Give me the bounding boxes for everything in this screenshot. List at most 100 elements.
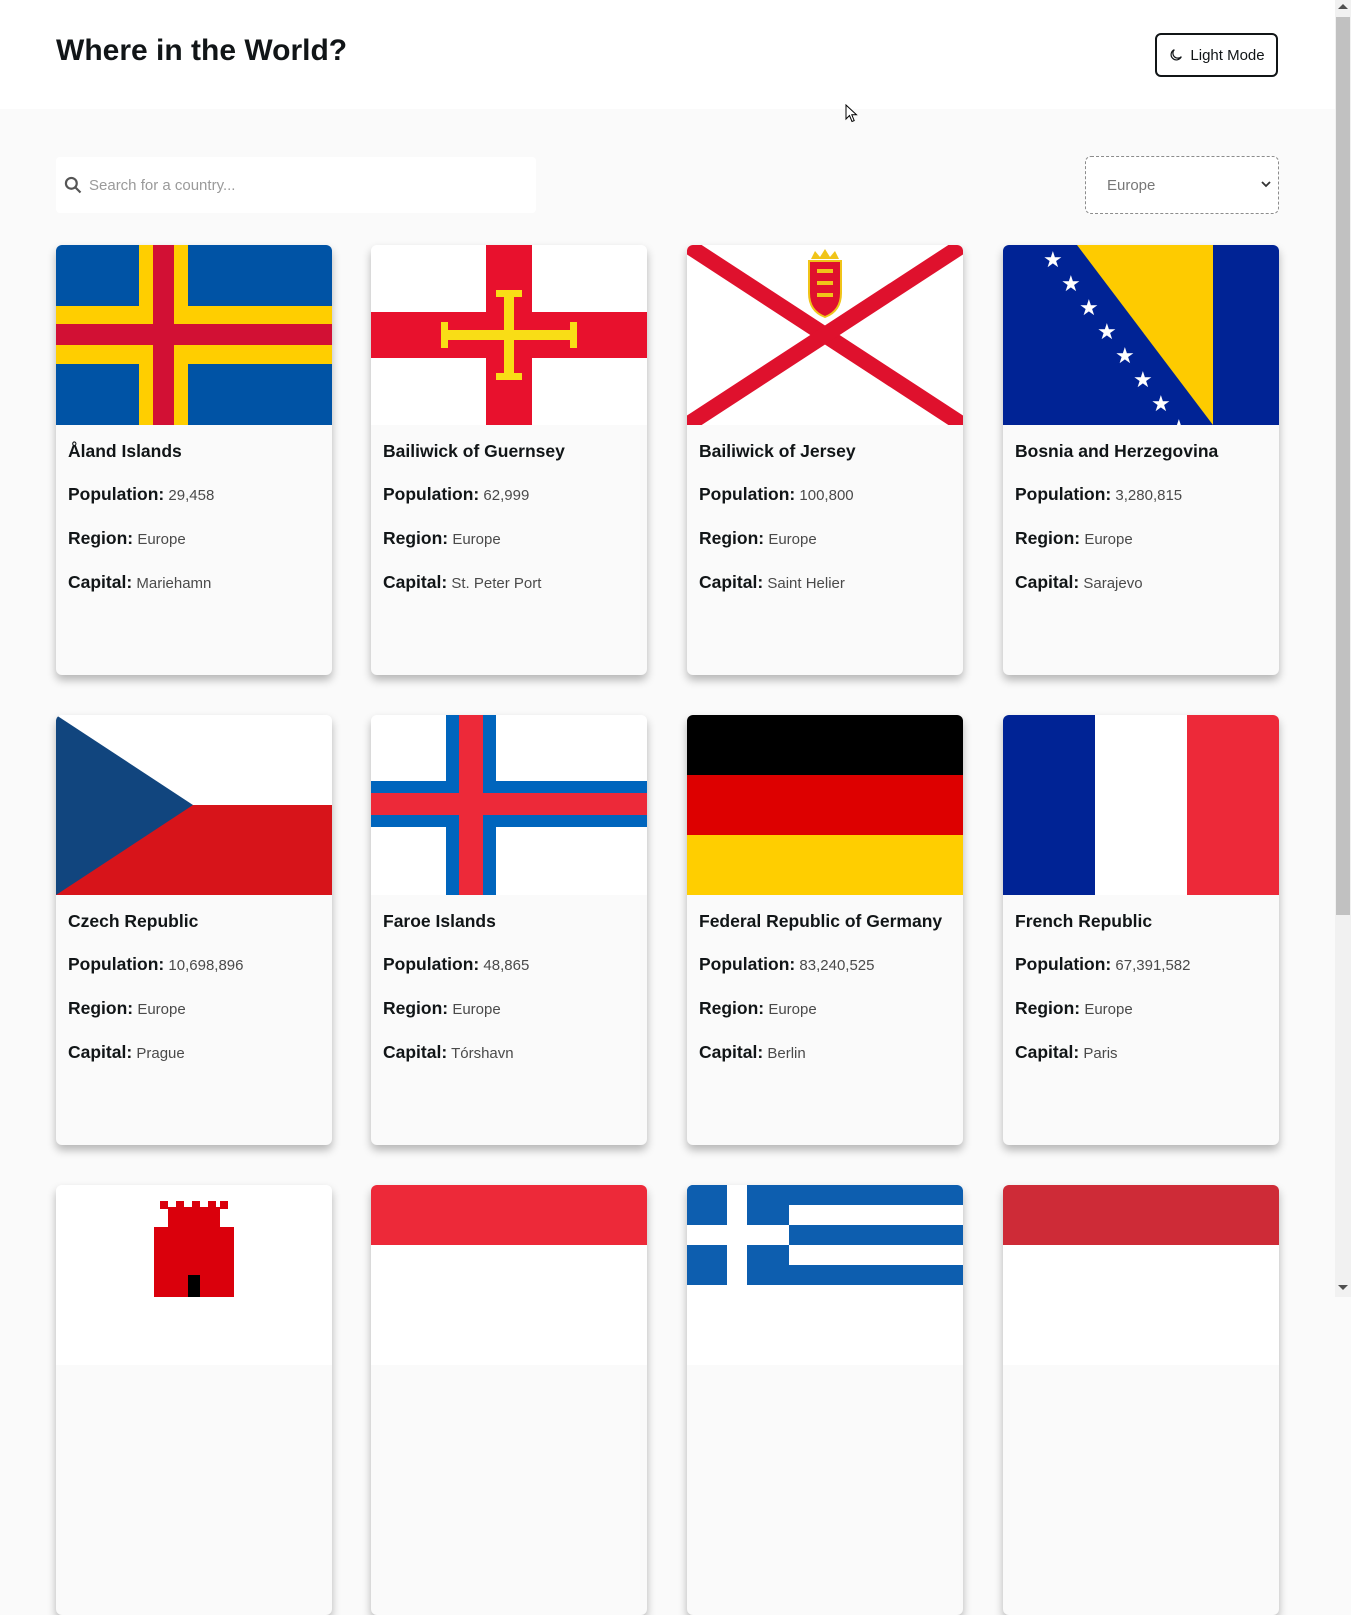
scroll-down-arrow-icon[interactable]	[1338, 1285, 1348, 1290]
region-value: Europe	[768, 1001, 817, 1018]
svg-text:★: ★	[1151, 392, 1171, 417]
country-card[interactable]: Bailiwick of Jersey Population: 100,800 …	[687, 245, 963, 675]
capital-label: Capital:	[1015, 572, 1080, 592]
svg-text:★: ★	[1133, 368, 1153, 393]
svg-text:★: ★	[1115, 344, 1135, 369]
moon-icon	[1170, 49, 1183, 61]
region-value: Europe	[1084, 531, 1133, 548]
capital-row: Capital: Berlin	[699, 1042, 806, 1063]
population-value: 100,800	[799, 487, 854, 504]
scroll-up-arrow-icon[interactable]	[1338, 4, 1348, 9]
region-value: Europe	[452, 531, 501, 548]
capital-value: Paris	[1083, 1045, 1118, 1062]
capital-label: Capital:	[68, 1042, 133, 1062]
search-box[interactable]	[56, 157, 536, 213]
theme-toggle-button[interactable]: Light Mode	[1155, 33, 1278, 77]
country-card[interactable]	[687, 1185, 963, 1615]
capital-row: Capital: Sarajevo	[1015, 572, 1143, 593]
capital-row: Capital: Mariehamn	[68, 572, 211, 593]
capital-value: St. Peter Port	[451, 575, 542, 592]
population-row: Population: 83,240,525	[699, 954, 874, 975]
population-row: Population: 10,698,896	[68, 954, 243, 975]
svg-text:★: ★	[1079, 296, 1099, 321]
capital-row: Capital: Paris	[1015, 1042, 1118, 1063]
flag-image	[687, 245, 963, 425]
page-title: Where in the World?	[56, 34, 348, 67]
capital-value: Prague	[136, 1045, 185, 1062]
svg-text:★: ★	[1043, 248, 1063, 273]
country-card[interactable]	[371, 1185, 647, 1615]
capital-value: Sarajevo	[1083, 575, 1143, 592]
region-row: Region: Europe	[1015, 998, 1133, 1019]
capital-label: Capital:	[699, 572, 764, 592]
population-label: Population:	[1015, 484, 1112, 504]
region-row: Region: Europe	[68, 528, 186, 549]
region-row: Region: Europe	[1015, 528, 1133, 549]
region-label: Region:	[68, 528, 134, 548]
population-label: Population:	[383, 954, 480, 974]
population-value: 3,280,815	[1115, 487, 1183, 504]
capital-value: Tórshavn	[451, 1045, 514, 1062]
mouse-cursor-icon	[845, 104, 858, 123]
population-value: 48,865	[483, 957, 530, 974]
flag-image	[371, 1185, 647, 1365]
country-card[interactable]: Bailiwick of Guernsey Population: 62,999…	[371, 245, 647, 675]
population-row: Population: 29,458	[68, 484, 214, 505]
country-card[interactable]: French Republic Population: 67,391,582 R…	[1003, 715, 1279, 1145]
region-row: Region: Europe	[383, 998, 501, 1019]
population-row: Population: 3,280,815	[1015, 484, 1182, 505]
capital-label: Capital:	[68, 572, 133, 592]
country-name: Federal Republic of Germany	[699, 911, 943, 931]
theme-toggle-label: Light Mode	[1190, 46, 1265, 64]
capital-value: Saint Helier	[767, 575, 845, 592]
capital-label: Capital:	[1015, 1042, 1080, 1062]
country-card[interactable]: Czech Republic Population: 10,698,896 Re…	[56, 715, 332, 1145]
population-row: Population: 100,800	[699, 484, 854, 505]
population-value: 62,999	[483, 487, 530, 504]
region-row: Region: Europe	[699, 998, 817, 1019]
country-name: Bosnia and Herzegovina	[1015, 441, 1219, 461]
country-card[interactable]: Federal Republic of Germany Population: …	[687, 715, 963, 1145]
population-row: Population: 62,999	[383, 484, 529, 505]
flag-image	[56, 715, 332, 895]
population-value: 67,391,582	[1115, 957, 1191, 974]
population-label: Population:	[68, 484, 165, 504]
capital-value: Berlin	[767, 1045, 806, 1062]
population-value: 83,240,525	[799, 957, 875, 974]
country-name: Czech Republic	[68, 911, 199, 931]
flag-image	[1003, 1185, 1279, 1365]
country-card[interactable]: ★ ★ ★ ★ ★ ★ ★ ★ Bosnia and Herzegovina P…	[1003, 245, 1279, 675]
region-filter-value: Europe	[1107, 176, 1156, 194]
country-card[interactable]: Åland Islands Population: 29,458 Region:…	[56, 245, 332, 675]
country-name: Åland Islands	[68, 441, 182, 461]
region-label: Region:	[1015, 528, 1081, 548]
region-value: Europe	[137, 531, 186, 548]
search-input[interactable]	[87, 175, 511, 195]
country-name: French Republic	[1015, 911, 1153, 931]
search-icon	[64, 176, 82, 194]
chevron-down-icon	[1261, 181, 1271, 188]
region-label: Region:	[68, 998, 134, 1018]
population-label: Population:	[699, 954, 796, 974]
region-value: Europe	[1084, 1001, 1133, 1018]
flag-image	[56, 245, 332, 425]
region-value: Europe	[137, 1001, 186, 1018]
flag-image	[56, 1185, 332, 1365]
flag-image: ★ ★ ★ ★ ★ ★ ★ ★	[1003, 245, 1279, 425]
region-label: Region:	[699, 528, 765, 548]
svg-text:★: ★	[1097, 320, 1117, 345]
population-row: Population: 48,865	[383, 954, 529, 975]
country-card[interactable]	[56, 1185, 332, 1615]
population-label: Population:	[1015, 954, 1112, 974]
flag-image	[371, 715, 647, 895]
flag-image	[371, 245, 647, 425]
capital-label: Capital:	[383, 1042, 448, 1062]
country-card[interactable]	[1003, 1185, 1279, 1615]
region-row: Region: Europe	[383, 528, 501, 549]
flag-image	[1003, 715, 1279, 895]
region-filter-select[interactable]: Europe	[1085, 156, 1279, 214]
capital-row: Capital: St. Peter Port	[383, 572, 541, 593]
country-card[interactable]: Faroe Islands Population: 48,865 Region:…	[371, 715, 647, 1145]
country-name: Faroe Islands	[383, 911, 496, 931]
scrollbar-thumb[interactable]	[1336, 17, 1350, 915]
